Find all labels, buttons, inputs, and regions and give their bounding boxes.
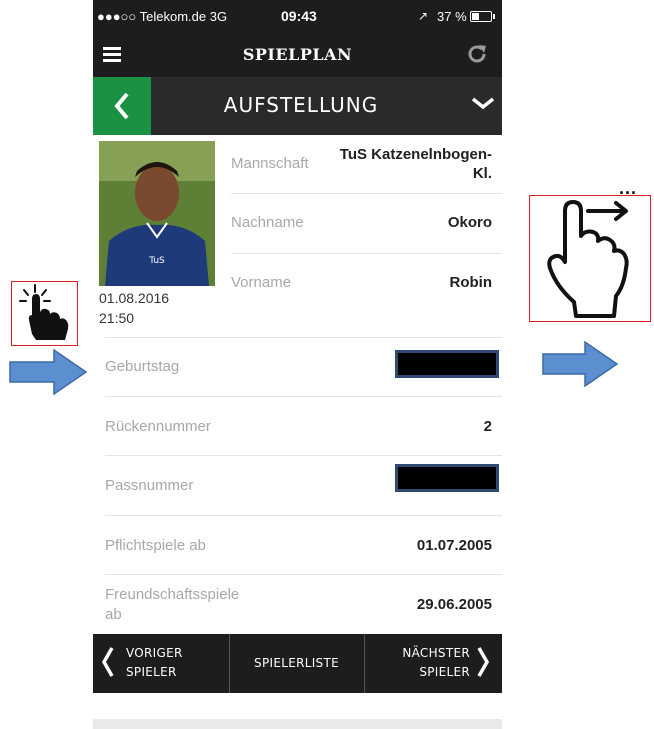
bottom-nav: VORIGER SPIELER SPIELERLISTE NÄCHSTER SP… [93,634,502,693]
player-list-label: SPIELERLISTE [254,656,339,670]
detail-value: 29.06.2005 [416,596,492,613]
field-row-lastname: Nachname Okoro [231,193,502,254]
status-bar: ●●●○○ Telekom.de 3G 09:43 ↗ 37 % [93,0,502,34]
chevron-left-icon [101,645,115,687]
detail-row-pass: Passnummer [105,455,502,516]
prev-player-label: VORIGER SPIELER [126,646,183,679]
tap-gesture-annotation [11,281,78,346]
field-label: Nachname [231,214,304,231]
section-bar: AUFSTELLUNG [93,77,502,135]
redaction-box [395,350,499,378]
battery-nub [493,14,495,19]
photo-time: 21:50 [99,310,135,326]
svg-text:TuS: TuS [148,256,165,266]
field-row-team: Mannschaft TuS Katzenelnbogen- Kl. [231,135,502,193]
carrier-label: ●●●○○ Telekom.de 3G [97,9,228,24]
swipe-right-hand-icon [547,200,629,318]
location-icon: ↗ [418,9,429,23]
next-player-button[interactable]: NÄCHSTER SPIELER [364,634,502,693]
app-title: SPIELPLAN [242,45,353,64]
detail-value: 2 [483,418,492,435]
back-button[interactable] [93,77,151,135]
field-value: TuS Katzenelnbogen- Kl. [339,146,492,182]
detail-row-friendly-games: Freundschaftsspiele ab 29.06.2005 [105,574,502,635]
redaction-box [395,464,499,492]
field-label: Vorname [231,274,292,291]
battery-icon [470,11,495,22]
detail-label: Geburtstag [105,358,180,375]
detail-label: Passnummer [105,477,194,494]
battery-percent: 37 % [437,9,467,24]
arrow-right-right [542,340,619,388]
photo-timestamp: 01.08.2016 21:50 [99,288,169,328]
field-row-firstname: Vorname Robin [231,253,502,338]
detail-row-birthday: Geburtstag [105,337,502,397]
chevron-right-icon [476,645,490,687]
field-label: Mannschaft [231,155,309,172]
tap-hand-icon [19,284,69,340]
clock: 09:43 [281,8,317,24]
chevron-down-icon[interactable] [470,90,496,122]
player-photo: TuS [99,141,215,286]
section-title: AUFSTELLUNG [223,93,379,117]
detail-label: Rückennummer [105,418,211,435]
footer-strip [93,719,502,729]
swipe-ellipsis: ... [619,178,638,198]
refresh-icon[interactable] [464,42,490,68]
detail-label: Freundschaftsspiele ab [105,586,240,623]
field-value: Okoro [447,214,492,231]
top-bar: SPIELPLAN [93,34,502,77]
detail-label: Pflichtspiele ab [105,537,206,554]
phone-screen: ●●●○○ Telekom.de 3G 09:43 ↗ 37 % SPIELPL… [93,0,502,694]
prev-player-button[interactable]: VORIGER SPIELER [93,634,230,693]
photo-date: 01.08.2016 [99,290,170,306]
next-player-label: NÄCHSTER SPIELER [402,646,470,679]
player-list-button[interactable]: SPIELERLISTE [229,634,365,693]
arrow-right-left [9,348,88,396]
battery-fill [472,13,479,20]
detail-value: 01.07.2005 [416,537,492,554]
detail-row-number: Rückennummer 2 [105,396,502,456]
swipe-gesture-annotation [529,195,651,322]
detail-row-league-games: Pflichtspiele ab 01.07.2005 [105,515,502,575]
field-value: Robin [449,274,493,291]
